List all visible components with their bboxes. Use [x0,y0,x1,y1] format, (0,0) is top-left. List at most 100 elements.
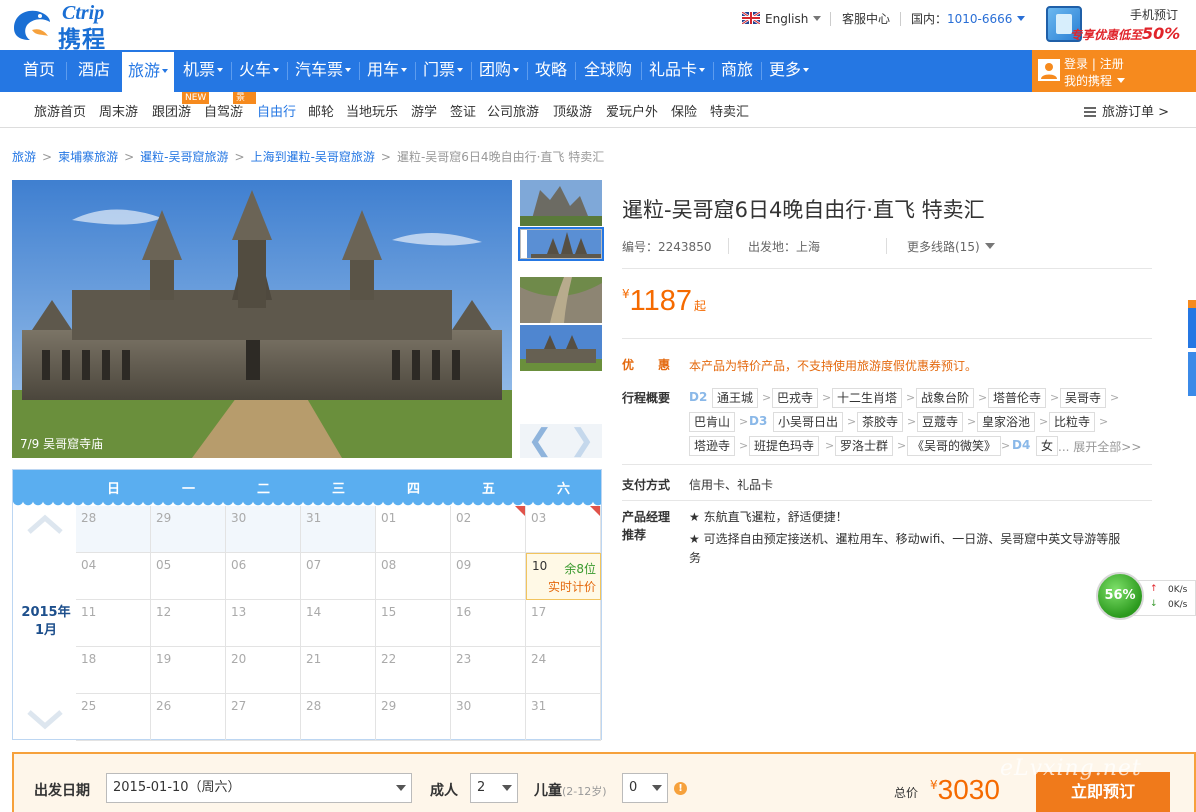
domestic-hotline[interactable]: 国内：1010-6666 [911,8,1026,30]
calendar-day-cell[interactable]: 20 [226,647,301,694]
calendar-day-cell[interactable]: 02 [451,506,526,553]
calendar-day-cell[interactable]: 14 [301,600,376,647]
subnav-study-tour[interactable]: 游学 [411,101,437,120]
calendar-day-cell[interactable]: 16 [451,600,526,647]
nav-car[interactable]: 用车 [360,50,414,92]
nav-tickets[interactable]: 门票 [416,50,470,92]
itinerary-tag[interactable]: 小吴哥日出 [773,412,844,432]
register-link[interactable]: 注册 [1100,57,1124,71]
calendar-day-cell[interactable]: 08 [376,553,451,600]
itinerary-tag[interactable]: 比粒寺 [1049,412,1096,432]
itinerary-tag[interactable]: 茶胶寺 [857,412,904,432]
side-tab[interactable] [1188,352,1196,396]
nav-home[interactable]: 首页 [12,50,66,92]
thumbnail[interactable] [520,277,602,323]
subnav-independent[interactable]: 自由行 [257,101,296,120]
thumbnail[interactable] [520,325,602,371]
itinerary-tag[interactable]: 班提色玛寺 [749,436,820,456]
subnav-outdoor[interactable]: 爱玩户外 [606,101,658,120]
calendar-day-cell[interactable]: 11 [76,600,151,647]
itinerary-tag[interactable]: 吴哥寺 [1060,388,1107,408]
subnav-cruise[interactable]: 邮轮 [308,101,334,120]
thumbnail-selected[interactable] [518,227,604,261]
calendar-day-cell[interactable]: 31 [301,506,376,553]
nav-gift-card[interactable]: 礼品卡 [642,50,712,92]
main-photo[interactable]: 7/9 吴哥窟寺庙 [12,180,512,458]
itinerary-tag[interactable]: 皇家浴池 [977,412,1036,432]
language-selector[interactable]: English [742,8,822,30]
calendar-day-cell[interactable]: 01 [376,506,451,553]
travel-orders-link[interactable]: 旅游订单 > [1084,101,1169,120]
itinerary-tag[interactable]: 《吴哥的微笑》 [907,436,1002,456]
calendar-day-cell[interactable]: 29 [151,506,226,553]
customer-service-link[interactable]: 客服中心 [842,8,890,30]
subnav-insurance[interactable]: 保险 [671,101,697,120]
calendar-day-cell[interactable]: 28 [301,694,376,741]
calendar-day-cell[interactable]: 12 [151,600,226,647]
calendar-day-cell[interactable]: 18 [76,647,151,694]
itinerary-tag[interactable]: 战象台阶 [916,388,975,408]
subnav-luxury[interactable]: 顶级游 [553,101,592,120]
calendar-day-cell[interactable]: 15 [376,600,451,647]
nav-more[interactable]: 更多 [762,50,816,92]
calendar-day-cell[interactable]: 28 [76,506,151,553]
calendar-day-cell[interactable]: 30 [226,506,301,553]
calendar-day-cell[interactable]: 25 [76,694,151,741]
nav-global-shop[interactable]: 全球购 [576,50,640,92]
info-icon[interactable]: ! [674,782,687,795]
nav-flights[interactable]: 机票 [176,50,230,92]
calendar-day-cell[interactable]: 21 [301,647,376,694]
calendar-day-cell[interactable]: 10 余8位 实时计价 [526,553,601,600]
departure-date-select[interactable]: 2015-01-10（周六） [106,773,412,803]
subnav-local-fun[interactable]: 当地玩乐 [346,101,398,120]
calendar-day-cell[interactable]: 06 [226,553,301,600]
network-speed-widget[interactable]: 56% ↑ 0K/s ↓ 0K/s [1096,572,1196,622]
subnav-self-drive[interactable]: NEW 自驾游 景+酒 [182,92,256,120]
chevron-up-icon[interactable] [27,514,63,534]
calendar-day-cell[interactable]: 13 [226,600,301,647]
calendar-day-cell[interactable]: 09 [451,553,526,600]
itinerary-tag[interactable]: 塔逊寺 [689,436,736,456]
chevron-right-icon[interactable]: ❯ [562,424,602,458]
calendar-day-cell[interactable]: 17 [526,600,601,647]
ctrip-logo[interactable]: Ctrip 携程 [8,2,133,53]
calendar-day-cell[interactable]: 30 [451,694,526,741]
calendar-day-cell[interactable]: 26 [151,694,226,741]
subnav-company-travel[interactable]: 公司旅游 [487,101,539,120]
nav-train[interactable]: 火车 [232,50,286,92]
calendar-day-cell[interactable]: 04 [76,553,151,600]
chevron-down-icon[interactable] [27,710,63,730]
more-routes-dropdown[interactable]: 更多线路(15) [907,238,995,255]
itinerary-tag[interactable]: 塔普伦寺 [988,388,1047,408]
calendar-day-cell[interactable]: 24 [526,647,601,694]
calendar-day-cell[interactable]: 27 [226,694,301,741]
calendar-day-cell[interactable]: 19 [151,647,226,694]
nav-hotel[interactable]: 酒店 [67,50,121,92]
nav-bus[interactable]: 汽车票 [288,50,358,92]
itinerary-tag[interactable]: 巴肯山 [689,412,736,432]
login-link[interactable]: 登录 [1064,57,1088,71]
subnav-weekend[interactable]: 周末游 [99,101,138,120]
itinerary-tag[interactable]: 豆蔻寺 [917,412,964,432]
itinerary-tag[interactable]: 女 [1036,436,1059,456]
calendar-day-cell[interactable]: 07 [301,553,376,600]
chevron-left-icon[interactable]: ❮ [520,424,560,458]
subnav-travel-home[interactable]: 旅游首页 [34,101,86,120]
itinerary-tag[interactable]: 罗洛士群 [835,436,894,456]
login-panel[interactable]: 登录 | 注册 我的携程 [1032,50,1196,92]
nav-groupbuy[interactable]: 团购 [472,50,526,92]
side-tab[interactable] [1188,300,1196,308]
calendar-day-cell[interactable]: 23 [451,647,526,694]
itinerary-tag[interactable]: 十二生肖塔 [832,388,903,408]
calendar-day-cell[interactable]: 05 [151,553,226,600]
subnav-flash-sale[interactable]: 特卖汇 [710,101,749,120]
thumbnail[interactable] [520,180,602,226]
itinerary-tag[interactable]: 通王城 [712,388,759,408]
nav-business-travel[interactable]: 商旅 [714,50,760,92]
my-ctrip-menu[interactable]: 我的携程 [1064,72,1126,89]
itinerary-tag[interactable]: 巴戎寺 [772,388,819,408]
nav-guides[interactable]: 攻略 [528,50,574,92]
mobile-booking-promo[interactable]: 手机预订 专享优惠低至50% [1040,2,1196,46]
expand-all-link[interactable]: ... 展开全部>> [1058,438,1141,455]
breadcrumb-link[interactable]: 上海到暹粒-吴哥窟旅游 [251,150,375,164]
